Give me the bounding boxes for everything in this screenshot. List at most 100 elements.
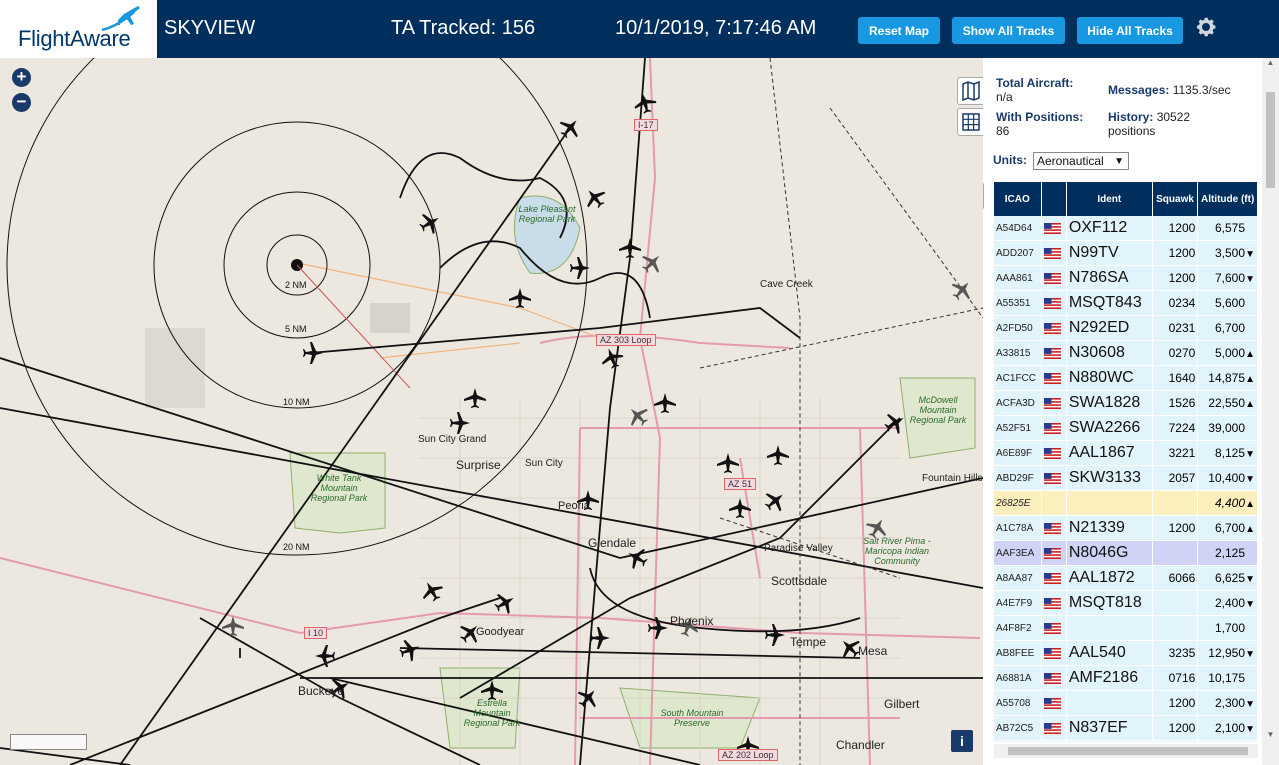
city-label: Phoenix	[670, 614, 714, 628]
ident-cell: N786SA	[1066, 265, 1153, 291]
altitude-value: 2,400	[1214, 596, 1245, 610]
col-header-ident[interactable]: Ident	[1066, 182, 1153, 216]
altitude-value: 12,950	[1208, 646, 1245, 660]
altitude-cell: 14,875▲	[1197, 365, 1258, 391]
reset-map-button[interactable]: Reset Map	[858, 17, 940, 44]
table-row[interactable]: A2FD50 N292ED 0231 6,700	[994, 315, 1258, 341]
altitude-value: 6,700	[1214, 321, 1245, 335]
icao-cell: A54D64	[994, 216, 1042, 241]
table-row[interactable]: A1C78A N21339 1200 6,700▲	[994, 515, 1258, 541]
altitude-cell: 2,125	[1197, 540, 1258, 566]
chevron-down-icon: ▼	[1114, 156, 1124, 167]
table-row[interactable]: AB72C5 N837EF 1200 2,100▼	[994, 715, 1258, 741]
icao-cell: A2FD50	[994, 315, 1042, 341]
table-row[interactable]: A8AA87 AAL1872 6066 6,625▼	[994, 565, 1258, 591]
us-flag-icon	[1043, 523, 1061, 535]
squawk-cell: 1200	[1152, 515, 1199, 541]
aircraft-table-container[interactable]: ICAO Ident Squawk Altitude (ft) A54D64 OX…	[994, 182, 1258, 742]
flag-cell	[1041, 365, 1067, 391]
altitude-cell: 10,400▼	[1197, 465, 1258, 491]
table-row[interactable]: AC1FCC N880WC 1640 14,875▲	[994, 365, 1258, 391]
squawk-cell: 1200	[1152, 240, 1199, 266]
with-positions-label: With Positions:	[996, 110, 1084, 124]
with-positions-stat: With Positions: 86	[996, 110, 1106, 138]
flag-cell	[1041, 590, 1067, 616]
messages-stat: Messages: 1135.3/sec	[1108, 83, 1258, 97]
us-flag-icon	[1043, 623, 1061, 635]
clock-display: 10/1/2019, 7:17:46 AM	[615, 17, 817, 39]
map-layers-icon[interactable]	[957, 77, 983, 105]
altitude-trend-icon: ▲	[1245, 374, 1255, 385]
horizontal-scrollbar[interactable]	[994, 744, 1258, 758]
info-button[interactable]: i	[951, 730, 973, 752]
altitude-value: 6,700	[1214, 521, 1245, 535]
altitude-value: 6,575	[1214, 221, 1245, 235]
table-row[interactable]: A54D64 OXF112 1200 6,575	[994, 216, 1258, 241]
table-row[interactable]: A55708 1200 2,300▼	[994, 690, 1258, 716]
ring-label: 10 NM	[283, 397, 310, 407]
flightaware-logo[interactable]: FlightAware	[0, 0, 157, 58]
altitude-cell: 12,950▼	[1197, 640, 1258, 666]
columns-toggle-icon[interactable]	[983, 182, 984, 210]
altitude-value: 3,500	[1214, 246, 1245, 260]
table-row[interactable]: A6881A AMF2186 0716 10,175	[994, 665, 1258, 691]
table-row[interactable]: A4E7F9 MSQT818 2,400▼	[994, 590, 1258, 616]
show-all-tracks-button[interactable]: Show All Tracks	[952, 17, 1065, 44]
grid-icon[interactable]	[957, 108, 983, 136]
us-flag-icon	[1043, 548, 1061, 560]
flag-cell	[1041, 540, 1067, 566]
icao-cell: 26825E	[994, 490, 1042, 516]
flag-cell	[1041, 340, 1067, 366]
zoom-in-button[interactable]: +	[12, 68, 31, 87]
col-header-altitude[interactable]: Altitude (ft)	[1197, 182, 1258, 216]
altitude-trend-icon: ▼	[1245, 474, 1255, 485]
map-canvas[interactable]: 2 NM 5 NM 10 NM 20 NM Surprise Sun City …	[0, 58, 983, 765]
table-row[interactable]: AD046B ASH582633557,100▼	[994, 740, 1258, 742]
squawk-cell: 2057	[1152, 465, 1199, 491]
table-row[interactable]: ACFA3D SWA1828 1526 22,550▲	[994, 390, 1258, 416]
us-flag-icon	[1043, 648, 1061, 660]
table-row[interactable]: AB8FEE AAL540 3235 12,950▼	[994, 640, 1258, 666]
us-flag-icon	[1043, 248, 1061, 260]
units-select[interactable]: Aeronautical ▼	[1033, 152, 1129, 170]
city-label: Surprise	[456, 458, 501, 472]
altitude-cell: 2,400▼	[1197, 590, 1258, 616]
ring-label: 5 NM	[285, 324, 307, 334]
table-row[interactable]: ABD29F SKW3133 2057 10,400▼	[994, 465, 1258, 491]
table-row[interactable]: A4F8F2 1,700	[994, 615, 1258, 641]
flag-cell	[1041, 490, 1067, 516]
scroll-up-arrow-icon[interactable]: ▲	[1264, 58, 1277, 68]
road-shield: AZ 303 Loop	[596, 334, 656, 346]
altitude-trend-icon: ▼	[1245, 574, 1255, 585]
logo-text: FlightAware	[18, 26, 131, 51]
us-flag-icon	[1043, 298, 1061, 310]
flag-cell	[1041, 415, 1067, 441]
hscrollbar-thumb[interactable]	[1008, 747, 1248, 755]
zoom-out-button[interactable]: −	[12, 93, 31, 112]
table-row[interactable]: A55351 MSQT843 0234 5,600	[994, 290, 1258, 316]
us-flag-icon	[1043, 398, 1061, 410]
table-row[interactable]: ADD207 N99TV 1200 3,500▼	[994, 240, 1258, 266]
table-row[interactable]: 26825E 4,400▲	[994, 490, 1258, 516]
city-label: Sun City Grand	[418, 434, 487, 445]
table-row[interactable]: A33815 N30608 0270 5,000▲	[994, 340, 1258, 366]
table-row[interactable]: A6E89F AAL1867 3221 8,125▼	[994, 440, 1258, 466]
altitude-trend-icon: ▼	[1245, 449, 1255, 460]
table-row[interactable]: A52F51 SWA2266 7224 39,000	[994, 415, 1258, 441]
scrollbar-thumb[interactable]	[1266, 92, 1275, 188]
ident-cell: N8046G	[1066, 540, 1153, 566]
altitude-cell: 5,000▲	[1197, 340, 1258, 366]
us-flag-icon	[1043, 723, 1061, 735]
table-row[interactable]: AAA861 N786SA 1200 7,600▼	[994, 265, 1258, 291]
ident-cell: N99TV	[1066, 240, 1153, 266]
col-header-icao[interactable]: ICAO	[994, 182, 1042, 216]
table-row[interactable]: AAF3EA N8046G 2,125	[994, 540, 1258, 566]
ident-cell: AAL1872	[1066, 565, 1153, 591]
hide-all-tracks-button[interactable]: Hide All Tracks	[1077, 17, 1183, 44]
col-header-squawk[interactable]: Squawk	[1152, 182, 1199, 216]
ident-cell: MSQT818	[1066, 590, 1153, 616]
col-header-flag[interactable]	[1041, 182, 1067, 216]
icao-cell: AC1FCC	[994, 365, 1042, 391]
gear-icon[interactable]	[1194, 15, 1218, 39]
scroll-down-arrow-icon[interactable]: ▼	[1264, 730, 1277, 740]
